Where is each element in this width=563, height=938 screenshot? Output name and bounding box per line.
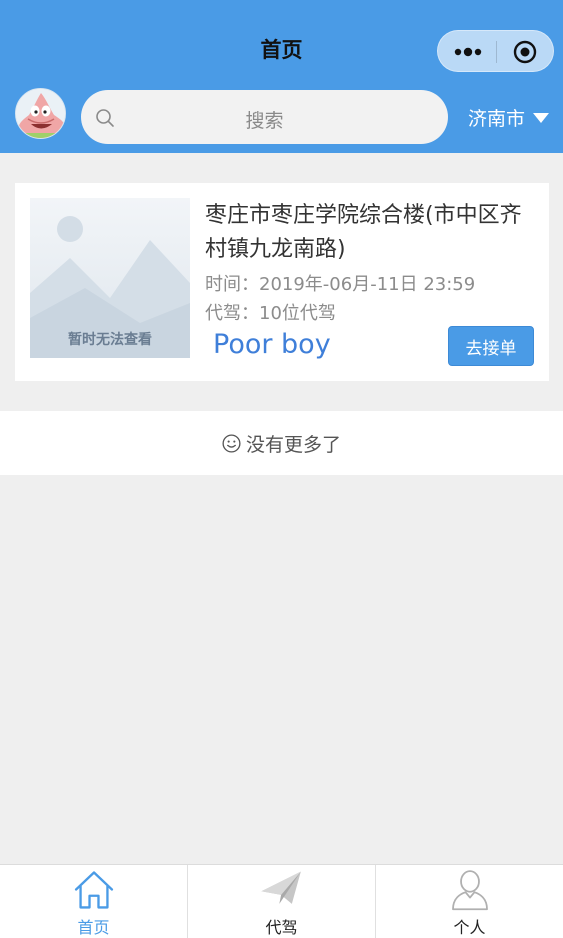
avatar[interactable] [15,88,66,139]
order-user-name: Poor boy [213,329,331,360]
drivers-value: 10位代驾 [259,303,336,324]
order-card[interactable]: 暂时无法查看 枣庄市枣庄学院综合楼(市中区齐村镇九龙南路) 时间：2019年-0… [15,183,549,381]
mini-program-capsule [437,30,554,72]
smile-icon [222,433,241,453]
person-icon [451,870,488,911]
time-value: 2019年-06月-11日 23:59 [259,274,476,295]
tab-profile[interactable]: 个人 [376,865,563,938]
order-image-placeholder: 暂时无法查看 [30,198,190,358]
caret-down-icon [533,112,550,123]
image-placeholder-label: 暂时无法查看 [68,332,152,348]
tab-driving[interactable]: 代驾 [188,865,376,938]
city-selector[interactable]: 济南市 [468,104,550,131]
paper-plane-icon [260,871,301,904]
bottom-tab-bar: 首页 代驾 个人 [0,864,563,938]
tab-home[interactable]: 首页 [0,865,188,938]
home-icon [74,871,113,909]
accept-order-button[interactable]: 去接单 [448,326,534,366]
more-dots-icon[interactable] [453,45,483,59]
target-icon[interactable] [513,40,537,64]
no-more-text: 没有更多了 [245,433,341,456]
no-more-footer: 没有更多了 [0,411,563,475]
order-drivers: 代驾：10位代驾 [205,299,336,325]
city-label: 济南市 [468,108,526,130]
top-header: 首页 搜索 济南市 [0,0,563,153]
patrick-star-avatar-icon [16,89,65,138]
tab-driving-label: 代驾 [265,918,298,937]
order-time: 时间：2019年-06月-11日 23:59 [205,270,475,296]
tab-home-label: 首页 [77,918,110,937]
capsule-divider [496,41,497,63]
order-address: 枣庄市枣庄学院综合楼(市中区齐村镇九龙南路) [205,203,522,262]
search-placeholder: 搜索 [245,110,284,132]
time-label: 时间： [205,274,259,295]
search-input[interactable]: 搜索 [81,90,448,144]
tab-profile-label: 个人 [453,918,486,937]
drivers-label: 代驾： [205,303,259,324]
